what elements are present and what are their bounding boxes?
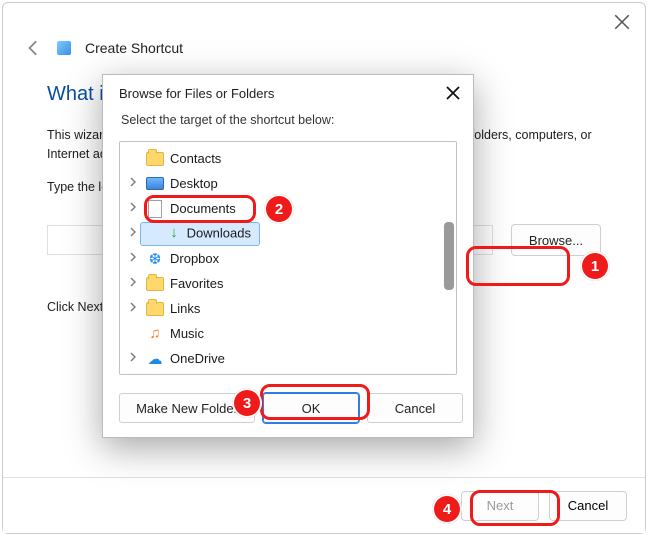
tree-item-label: Music xyxy=(170,326,204,341)
dialog-subtitle: Select the target of the shortcut below: xyxy=(103,109,473,137)
folder-icon xyxy=(146,150,164,168)
tree-scrollbar[interactable] xyxy=(442,144,454,372)
dialog-button-row: Make New Folder OK Cancel xyxy=(103,385,473,437)
chevron-right-icon[interactable] xyxy=(128,277,138,287)
wizard-footer: Next Cancel xyxy=(3,477,645,533)
chevron-right-icon[interactable] xyxy=(128,177,138,187)
chevron-right-icon[interactable] xyxy=(128,302,138,312)
dialog-title: Browse for Files or Folders xyxy=(119,86,274,101)
tree-item-onedrive[interactable]: ☁ OneDrive xyxy=(120,346,442,371)
make-new-folder-button[interactable]: Make New Folder xyxy=(119,393,255,423)
tree-item-label: Documents xyxy=(170,201,236,216)
dialog-titlebar: Browse for Files or Folders xyxy=(103,75,473,109)
chevron-right-icon[interactable] xyxy=(128,352,138,362)
folder-icon xyxy=(146,300,164,318)
tree-item-dropbox[interactable]: ❆ Dropbox xyxy=(120,246,442,271)
back-arrow-icon[interactable] xyxy=(25,39,43,57)
next-button[interactable]: Next xyxy=(461,491,539,521)
tree-item-favorites[interactable]: Favorites xyxy=(120,271,442,296)
close-icon[interactable] xyxy=(445,85,461,101)
folder-tree-viewport[interactable]: Contacts Desktop Documents ↓ Downloads xyxy=(120,142,442,374)
ok-button[interactable]: OK xyxy=(263,393,359,423)
shortcut-icon xyxy=(57,41,71,55)
cloud-icon: ☁ xyxy=(146,350,164,368)
close-icon[interactable] xyxy=(613,13,631,31)
tree-item-label: Favorites xyxy=(170,276,223,291)
tree-item-label: Desktop xyxy=(170,176,218,191)
tree-item-label: Contacts xyxy=(170,151,221,166)
tree-item-downloads[interactable]: ↓ Downloads xyxy=(120,221,442,246)
tree-item-links[interactable]: Links xyxy=(120,296,442,321)
music-icon: ♫ xyxy=(146,325,164,343)
tree-item-label: Dropbox xyxy=(170,251,219,266)
browse-folders-dialog: Browse for Files or Folders Select the t… xyxy=(102,74,474,438)
cancel-button[interactable]: Cancel xyxy=(549,491,627,521)
chevron-right-icon[interactable] xyxy=(128,227,138,237)
desktop-icon xyxy=(146,175,164,193)
chevron-right-icon[interactable] xyxy=(128,202,138,212)
dialog-cancel-button[interactable]: Cancel xyxy=(367,393,463,423)
folder-icon xyxy=(146,275,164,293)
tree-item-label: Links xyxy=(170,301,200,316)
tree-scrollbar-thumb[interactable] xyxy=(444,222,454,290)
dropbox-icon: ❆ xyxy=(146,250,164,268)
tree-item-music[interactable]: ♫ Music xyxy=(120,321,442,346)
chevron-right-icon[interactable] xyxy=(128,252,138,262)
tree-item-documents[interactable]: Documents xyxy=(120,196,442,221)
download-icon: ↓ xyxy=(165,224,183,242)
wizard-header: Create Shortcut xyxy=(3,3,645,57)
wizard-title: Create Shortcut xyxy=(85,40,183,56)
tree-item-contacts[interactable]: Contacts xyxy=(120,146,442,171)
tree-item-label: Downloads xyxy=(187,225,251,240)
document-icon xyxy=(146,200,164,218)
tree-item-desktop[interactable]: Desktop xyxy=(120,171,442,196)
folder-tree: Contacts Desktop Documents ↓ Downloads xyxy=(119,141,457,375)
tree-item-label: OneDrive xyxy=(170,351,225,366)
browse-button[interactable]: Browse... xyxy=(511,224,601,256)
